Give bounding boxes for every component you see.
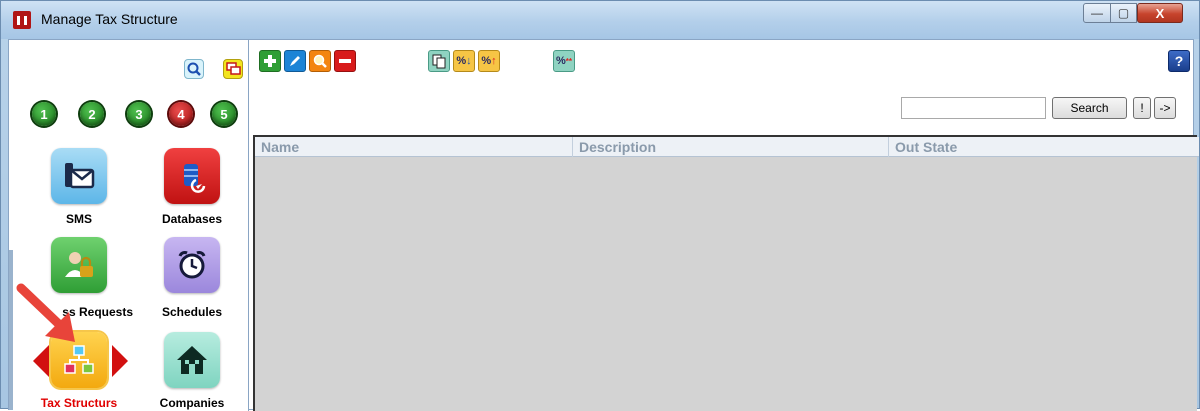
pencil-icon: [290, 56, 300, 66]
database-icon: [184, 164, 206, 193]
schedules-tile[interactable]: [164, 237, 220, 293]
sidebar-scrollbar[interactable]: [9, 250, 13, 410]
plus-icon: [264, 55, 276, 67]
minimize-button[interactable]: —: [1083, 3, 1111, 23]
edit-button[interactable]: [284, 50, 306, 72]
next-arrow-icon[interactable]: [112, 345, 128, 377]
sidebar: 1 2 3 4 5 SMS Databases ss Requests Sche…: [9, 40, 249, 411]
page-1-label: 1: [40, 106, 48, 122]
sms-mail-icon: [65, 163, 95, 189]
minimize-icon: —: [1091, 6, 1103, 20]
down-arrow-icon: ↓: [466, 55, 472, 67]
page-2-button[interactable]: 2: [80, 102, 104, 126]
magnifier-icon: [313, 54, 327, 68]
access-requests-icon: [65, 252, 93, 277]
view-button[interactable]: [309, 50, 331, 72]
star-icon: **: [565, 56, 572, 66]
page-3-label: 3: [135, 106, 143, 122]
copy-button[interactable]: [428, 50, 450, 72]
page-3-button[interactable]: 3: [127, 102, 151, 126]
app-window: Manage Tax Structure — ▢ X 1 2 3 4 5 SMS: [0, 0, 1200, 411]
windows-icon[interactable]: [223, 59, 243, 79]
page-1-button[interactable]: 1: [32, 102, 56, 126]
delete-button[interactable]: [334, 50, 356, 72]
data-grid[interactable]: Name Description Out State: [253, 135, 1199, 411]
companies-label: Companies: [159, 396, 225, 410]
page-2-label: 2: [88, 106, 96, 122]
exclaim-button[interactable]: !: [1133, 97, 1151, 119]
percent-up-icon: %: [481, 55, 492, 67]
sms-label: SMS: [65, 212, 92, 226]
pointer-arrow-icon: [16, 283, 75, 342]
up-arrow-icon: ↑: [491, 55, 497, 67]
databases-tile[interactable]: [164, 148, 220, 204]
window-title: Manage Tax Structure: [41, 11, 178, 27]
companies-tile[interactable]: [164, 332, 220, 388]
search-button[interactable]: Search: [1052, 97, 1127, 119]
search-button-label: Search: [1070, 101, 1109, 115]
percent-settings-button[interactable]: % **: [553, 50, 575, 72]
grid-header: Name Description Out State: [255, 137, 1199, 157]
column-name[interactable]: Name: [255, 137, 573, 157]
close-icon: X: [1155, 5, 1165, 21]
percent-up-button[interactable]: % ↑: [478, 50, 500, 72]
tax-structure-label: Tax Structurs: [40, 396, 118, 410]
databases-label: Databases: [161, 212, 223, 226]
sms-tile[interactable]: [51, 148, 107, 204]
maximize-icon: ▢: [1117, 6, 1130, 20]
page-4-label: 4: [177, 106, 185, 122]
title-bar: Manage Tax Structure — ▢ X: [1, 1, 1199, 39]
help-icon: ?: [1174, 53, 1184, 69]
help-button[interactable]: ?: [1168, 50, 1190, 72]
arrow-label: ->: [1159, 101, 1171, 115]
percent-star-icon: %: [555, 55, 566, 67]
close-button[interactable]: X: [1137, 3, 1183, 23]
page-4-button[interactable]: 4: [169, 102, 193, 126]
copy-icon: [432, 54, 446, 69]
search-icon[interactable]: [184, 59, 204, 79]
exclaim-label: !: [1140, 101, 1144, 115]
alarm-clock-icon: [178, 251, 206, 279]
percent-down-button[interactable]: % ↓: [453, 50, 475, 72]
page-5-label: 5: [220, 106, 228, 122]
app-logo-icon: [13, 11, 31, 29]
column-out-state[interactable]: Out State: [889, 137, 1199, 157]
page-5-button[interactable]: 5: [212, 102, 236, 126]
house-icon: [177, 346, 207, 374]
arrow-button[interactable]: ->: [1154, 97, 1176, 119]
add-button[interactable]: [259, 50, 281, 72]
minus-icon: [339, 59, 351, 63]
main-panel: % ↓ % ↑ % ** ? Search ! -> Name Description…: [250, 40, 1199, 411]
column-description[interactable]: Description: [573, 137, 889, 157]
window-body: 1 2 3 4 5 SMS Databases ss Requests Sche…: [8, 39, 1199, 411]
percent-down-icon: %: [456, 55, 467, 67]
search-input[interactable]: [901, 97, 1046, 119]
maximize-button[interactable]: ▢: [1110, 3, 1137, 23]
schedules-label: Schedules: [161, 305, 223, 319]
